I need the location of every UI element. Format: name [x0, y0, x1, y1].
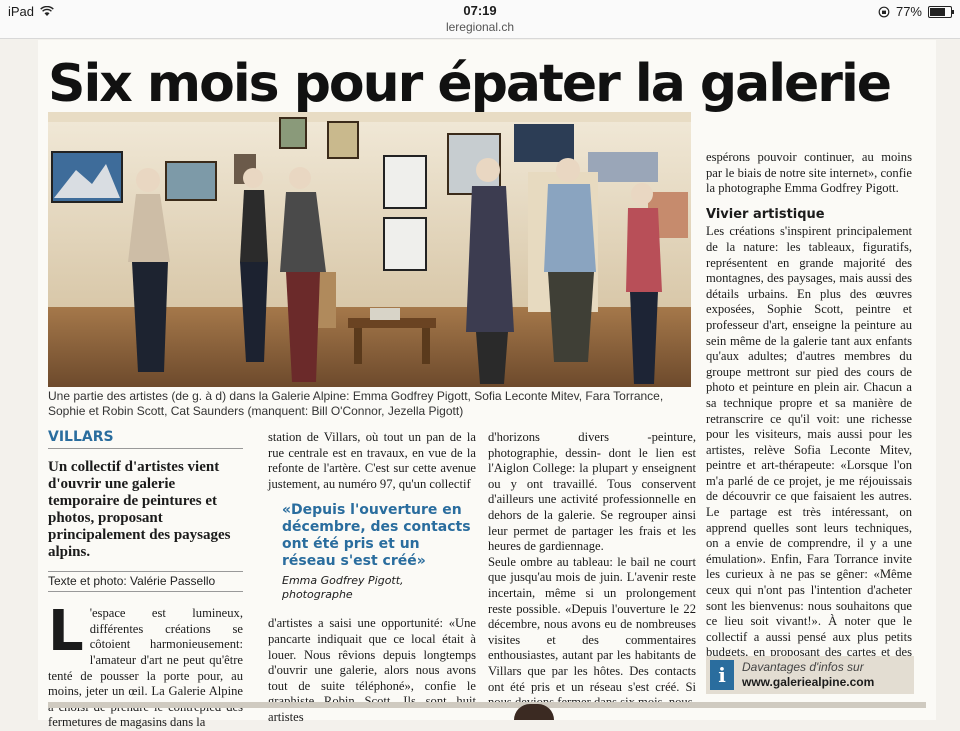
author-credit: Texte et photo: Valérie Passello: [48, 570, 243, 593]
info-box: i Davantages d'infos sur www.galeriealpi…: [706, 656, 914, 694]
body-text-3b: Seule ombre au tableau: le bail ne court…: [488, 554, 696, 709]
body-text-2b: d'artistes a saisi une opportunité: «Une…: [268, 616, 476, 724]
rubric-location: VILLARS: [48, 429, 243, 449]
column-3: d'horizons divers -peinture, photographi…: [488, 430, 696, 711]
newspaper-page: Six mois pour épater la galerie Une part…: [38, 40, 936, 729]
info-text: Davantages d'infos sur www.galeriealpine…: [742, 660, 874, 690]
status-right: 77%: [878, 4, 954, 19]
photo-caption: Une partie des artistes (de g. à d) dans…: [48, 389, 664, 418]
clock: 07:19: [463, 3, 497, 18]
pull-quote: «Depuis l'ouverture en décembre, des con…: [282, 502, 476, 602]
column-1: VILLARS Un collectif d'artistes vient d'…: [48, 429, 243, 731]
lead-paragraph: Un collectif d'artistes vient d'ouvrir u…: [48, 458, 231, 560]
body-text-4a: espérons pouvoir continuer, au moins par…: [706, 150, 912, 196]
column-2: station de Villars, où tout un pan de la…: [268, 430, 476, 726]
info-icon: i: [710, 660, 734, 690]
battery-percent: 77%: [895, 4, 922, 19]
gallery-photo-illustration: [48, 112, 691, 387]
bottom-divider: [48, 702, 926, 708]
pull-quote-author: Emma Godfrey Pigott, photographe: [282, 574, 404, 602]
info-line-1: Davantages d'infos sur: [742, 660, 864, 674]
article-photo: [48, 112, 691, 387]
website-link[interactable]: www.galeriealpine.com: [742, 675, 874, 690]
battery-icon: [928, 5, 954, 18]
body-text-4b: Les créations s'inspirent principalement…: [706, 224, 912, 675]
battery-level: [930, 7, 946, 16]
column-4: espérons pouvoir continuer, au moins par…: [706, 150, 912, 677]
status-bar: iPad 07:19 leregional.ch 77%: [0, 0, 960, 39]
subheading: Vivier artistique: [706, 206, 825, 222]
orientation-lock-icon: [878, 6, 890, 17]
body-text-3a: d'horizons divers -peinture, photographi…: [488, 430, 696, 554]
body-paragraph-1: L'espace est lumineux, différentes créat…: [48, 599, 243, 731]
address-bar-url[interactable]: leregional.ch: [0, 20, 960, 34]
drop-cap: L: [48, 599, 84, 665]
body-text-2a: station de Villars, où tout un pan de la…: [268, 430, 476, 491]
headline: Six mois pour épater la galerie: [48, 54, 892, 114]
pull-quote-text: «Depuis l'ouverture en décembre, des con…: [282, 502, 471, 570]
